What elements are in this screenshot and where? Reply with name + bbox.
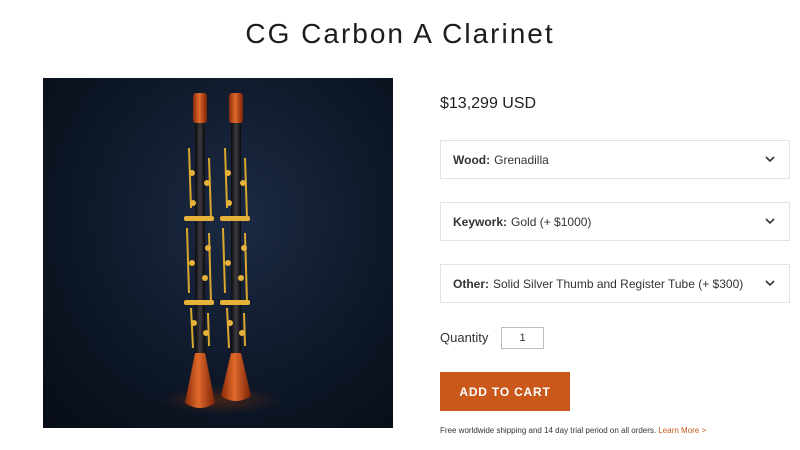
- left-clarinet: [184, 93, 215, 408]
- wood-select[interactable]: Wood: Grenadilla: [440, 140, 790, 179]
- wood-select-value: Grenadilla: [494, 152, 549, 167]
- keywork-select[interactable]: Keywork: Gold (+ $1000): [440, 202, 790, 241]
- product-image[interactable]: [43, 78, 393, 428]
- quantity-input[interactable]: [501, 327, 544, 349]
- clarinet-photo: [161, 93, 281, 414]
- learn-more-link[interactable]: Learn More >: [658, 426, 706, 435]
- shipping-note: Free worldwide shipping and 14 day trial…: [440, 426, 706, 435]
- other-select-label: Other:: [453, 276, 489, 291]
- shipping-text: Free worldwide shipping and 14 day trial…: [440, 426, 657, 435]
- wood-select-label: Wood:: [453, 152, 491, 167]
- quantity-label: Quantity: [440, 330, 489, 345]
- other-select-value: Solid Silver Thumb and Register Tube (+ …: [493, 276, 744, 291]
- right-clarinet: [220, 93, 251, 401]
- other-select[interactable]: Other: Solid Silver Thumb and Register T…: [440, 264, 790, 303]
- product-title: CG Carbon A Clarinet: [245, 18, 555, 49]
- keywork-select-label: Keywork:: [453, 214, 508, 229]
- chevron-down-icon[interactable]: [765, 155, 775, 165]
- add-to-cart-button[interactable]: ADD TO CART: [440, 372, 570, 411]
- chevron-down-icon[interactable]: [765, 217, 775, 227]
- keywork-select-value: Gold (+ $1000): [511, 214, 592, 229]
- product-price: $13,299 USD: [440, 95, 537, 112]
- chevron-down-icon[interactable]: [765, 279, 775, 289]
